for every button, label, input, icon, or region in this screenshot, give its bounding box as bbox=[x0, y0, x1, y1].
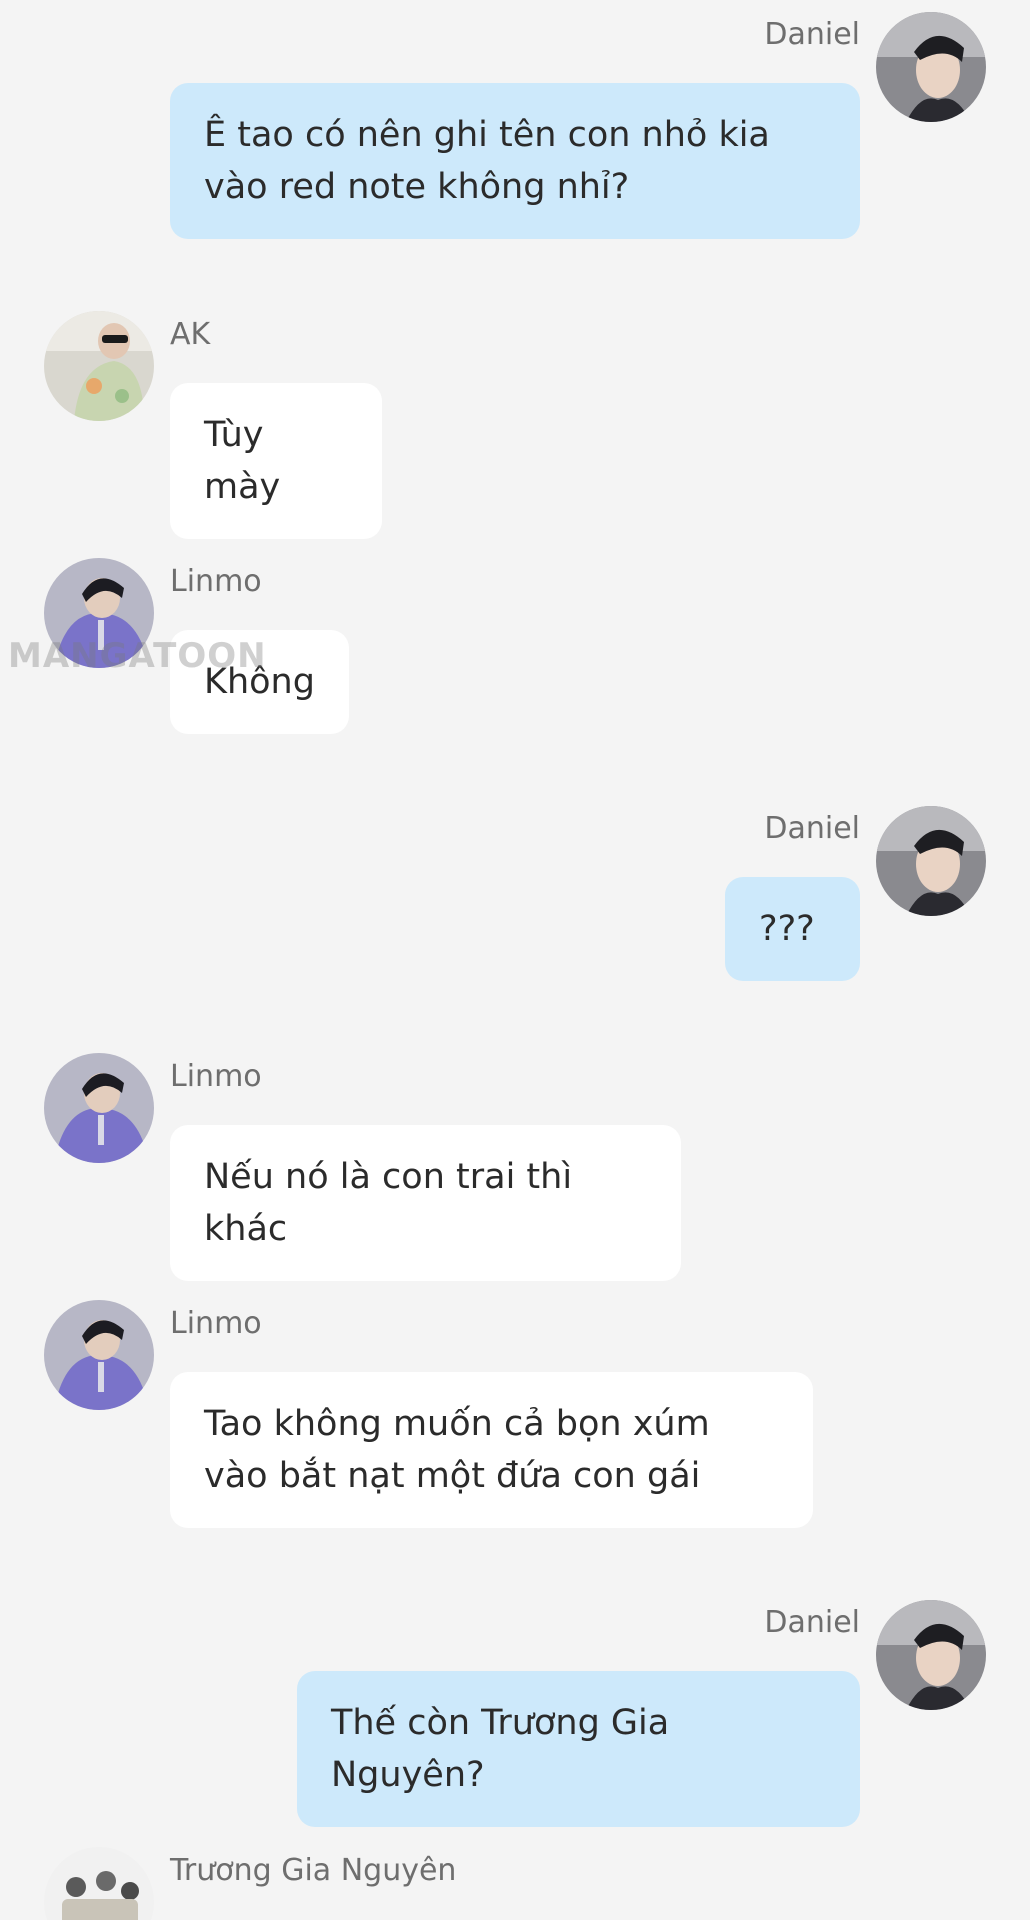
daniel-avatar-image bbox=[876, 12, 986, 122]
sender-name: Linmo bbox=[170, 1306, 262, 1341]
message-bubble[interactable]: Tao không muốn cả bọn xúm vào bắt nạt mộ… bbox=[170, 1372, 813, 1528]
sender-name: Daniel bbox=[764, 1605, 860, 1640]
sender-name: Trương Gia Nguyên bbox=[170, 1853, 457, 1888]
sender-name: AK bbox=[170, 317, 211, 352]
ak-avatar-image bbox=[44, 311, 154, 421]
avatar-daniel[interactable] bbox=[876, 806, 986, 916]
avatar-ak[interactable] bbox=[44, 311, 154, 421]
watermark-logo: MANGATOON bbox=[8, 636, 267, 676]
message-bubble[interactable]: Nếu nó là con trai thì khác bbox=[170, 1125, 681, 1281]
sender-name: Daniel bbox=[764, 811, 860, 846]
avatar-truong-gia-nguyen[interactable] bbox=[44, 1847, 154, 1920]
linmo-avatar-image bbox=[44, 1053, 154, 1163]
avatar-daniel[interactable] bbox=[876, 12, 986, 122]
avatar-linmo[interactable] bbox=[44, 1300, 154, 1410]
avatar-linmo[interactable] bbox=[44, 1053, 154, 1163]
avatar-daniel[interactable] bbox=[876, 1600, 986, 1710]
message-bubble[interactable]: Ê tao có nên ghi tên con nhỏ kia vào red… bbox=[170, 83, 860, 239]
daniel-avatar-image bbox=[876, 806, 986, 916]
message-bubble[interactable]: Thế còn Trương Gia Nguyên? bbox=[297, 1671, 860, 1827]
truong-gia-nguyen-avatar-image bbox=[44, 1847, 154, 1920]
message-bubble[interactable]: ??? bbox=[725, 877, 860, 981]
daniel-avatar-image bbox=[876, 1600, 986, 1710]
sender-name: Daniel bbox=[764, 17, 860, 52]
sender-name: Linmo bbox=[170, 1059, 262, 1094]
message-bubble[interactable]: Tùy mày bbox=[170, 383, 382, 539]
linmo-avatar-image bbox=[44, 1300, 154, 1410]
sender-name: Linmo bbox=[170, 564, 262, 599]
